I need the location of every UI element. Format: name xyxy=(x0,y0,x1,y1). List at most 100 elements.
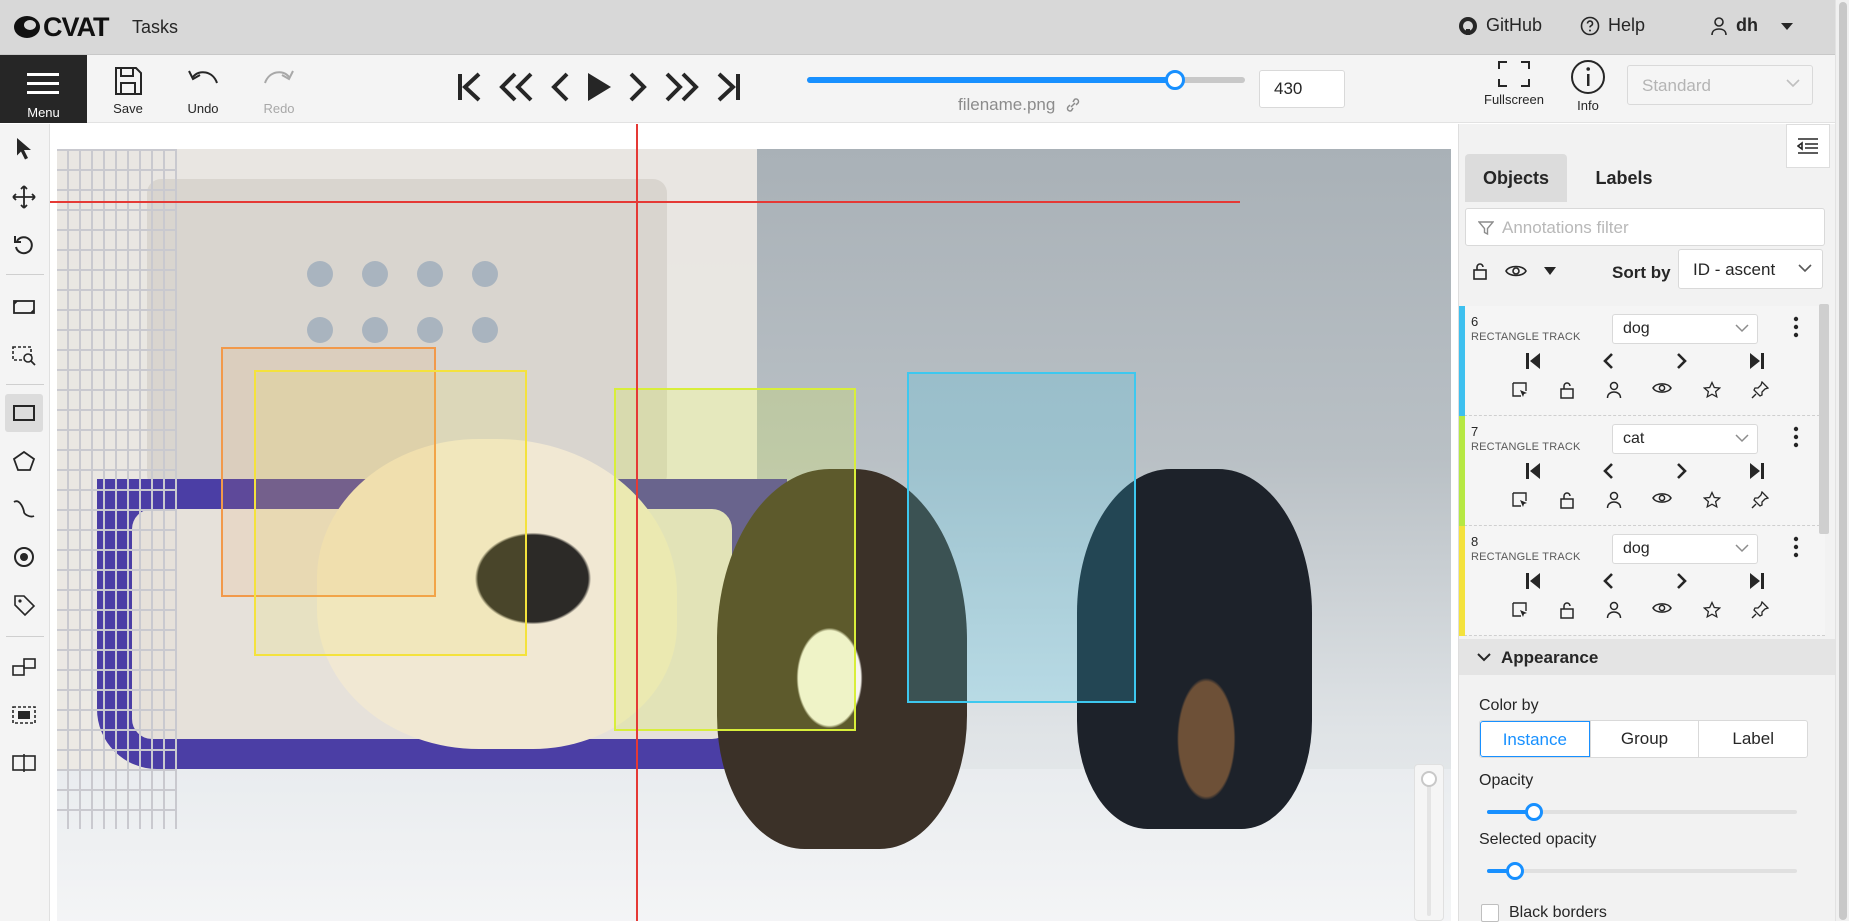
checkbox-box[interactable] xyxy=(1481,904,1499,922)
select-icon[interactable] xyxy=(1511,601,1529,619)
page-scrollbar[interactable] xyxy=(1835,0,1849,921)
bbox-dog-cyan[interactable] xyxy=(907,372,1136,703)
first-icon[interactable] xyxy=(1525,352,1541,370)
zoom-slider-handle[interactable] xyxy=(1421,771,1437,787)
lock-icon[interactable] xyxy=(1559,381,1575,399)
zoom-slider[interactable] xyxy=(1414,764,1444,921)
color-by-group[interactable]: Group xyxy=(1589,721,1699,757)
lock-icon[interactable] xyxy=(1559,601,1575,619)
selected-opacity-slider[interactable] xyxy=(1487,862,1797,880)
link-icon[interactable] xyxy=(1065,97,1081,113)
collapse-sidebar-button[interactable] xyxy=(1786,124,1830,168)
info-button[interactable]: Info xyxy=(1570,59,1606,113)
annotations-filter-input[interactable]: Annotations filter xyxy=(1465,208,1825,246)
select-icon[interactable] xyxy=(1511,381,1529,399)
next-icon[interactable] xyxy=(1675,462,1689,480)
object-label-select[interactable]: dog xyxy=(1612,314,1758,344)
select-icon[interactable] xyxy=(1511,491,1529,509)
lock-icon[interactable] xyxy=(1559,491,1575,509)
first-icon[interactable] xyxy=(1525,462,1541,480)
fit-image-tool[interactable] xyxy=(5,288,43,326)
bbox-cat[interactable] xyxy=(614,388,856,731)
caret-down-icon[interactable] xyxy=(1543,266,1557,276)
merge-shapes-tool[interactable] xyxy=(5,648,43,686)
objects-list-scrollbar[interactable] xyxy=(1819,304,1829,534)
group-shapes-tool[interactable] xyxy=(5,696,43,734)
fullscreen-button[interactable]: Fullscreen xyxy=(1484,59,1544,107)
tab-labels[interactable]: Labels xyxy=(1579,154,1669,202)
more-vertical-icon[interactable] xyxy=(1793,316,1799,338)
annotation-canvas[interactable] xyxy=(50,124,1458,921)
eye-icon[interactable] xyxy=(1652,381,1673,399)
star-icon[interactable] xyxy=(1702,601,1721,619)
pin-icon[interactable] xyxy=(1751,491,1769,509)
next-icon[interactable] xyxy=(1675,352,1689,370)
last-icon[interactable] xyxy=(1749,352,1765,370)
tab-objects[interactable]: Objects xyxy=(1465,154,1567,202)
undo-button[interactable]: Undo xyxy=(173,65,233,116)
draw-points-tool[interactable] xyxy=(5,538,43,576)
first-icon[interactable] xyxy=(1525,572,1541,590)
github-link[interactable]: GitHub xyxy=(1458,15,1542,36)
page-scrollbar-thumb[interactable] xyxy=(1839,2,1847,920)
save-button[interactable]: Save xyxy=(98,65,158,116)
user-menu[interactable]: dh xyxy=(1710,15,1794,36)
previous-icon[interactable] xyxy=(1601,462,1615,480)
person-icon[interactable] xyxy=(1606,381,1622,399)
pin-icon[interactable] xyxy=(1751,601,1769,619)
last-frame-icon[interactable] xyxy=(715,71,743,103)
draw-polyline-tool[interactable] xyxy=(5,490,43,528)
back-step-icon[interactable] xyxy=(497,71,535,103)
first-frame-icon[interactable] xyxy=(455,71,483,103)
pin-icon[interactable] xyxy=(1751,381,1769,399)
opacity-slider-handle[interactable] xyxy=(1524,803,1543,821)
unlock-all-icon[interactable] xyxy=(1471,262,1489,280)
previous-icon[interactable] xyxy=(1601,572,1615,590)
last-icon[interactable] xyxy=(1749,572,1765,590)
forward-step-icon[interactable] xyxy=(663,71,701,103)
object-item[interactable]: 8 RECTANGLE TRACK dog xyxy=(1459,526,1825,636)
opacity-slider[interactable] xyxy=(1487,803,1797,821)
cursor-tool[interactable] xyxy=(5,130,43,168)
object-label-select[interactable]: cat xyxy=(1612,424,1758,454)
black-borders-checkbox[interactable]: Black borders xyxy=(1481,904,1607,922)
star-icon[interactable] xyxy=(1702,491,1721,509)
eye-icon[interactable] xyxy=(1652,601,1673,619)
color-by-label[interactable]: Label xyxy=(1698,721,1807,757)
object-item[interactable]: 6 RECTANGLE TRACK dog xyxy=(1459,306,1825,416)
move-tool[interactable] xyxy=(5,178,43,216)
appearance-header[interactable]: Appearance xyxy=(1459,639,1836,675)
menu-button[interactable]: Menu xyxy=(0,55,87,123)
more-vertical-icon[interactable] xyxy=(1793,426,1799,448)
workspace-select[interactable]: Standard xyxy=(1627,65,1813,105)
eye-icon[interactable] xyxy=(1505,263,1527,279)
draw-polygon-tool[interactable] xyxy=(5,442,43,480)
draw-rectangle-tool[interactable] xyxy=(5,394,43,432)
redo-button[interactable]: Redo xyxy=(249,65,309,116)
frame-slider-handle[interactable] xyxy=(1164,70,1185,90)
frame-number-input[interactable]: 430 xyxy=(1259,70,1345,108)
selected-opacity-slider-handle[interactable] xyxy=(1505,862,1524,880)
previous-icon[interactable] xyxy=(1601,352,1615,370)
eye-icon[interactable] xyxy=(1652,491,1673,509)
rotate-tool[interactable] xyxy=(5,226,43,264)
zoom-region-tool[interactable] xyxy=(5,336,43,374)
frame-slider[interactable] xyxy=(807,70,1245,90)
previous-frame-icon[interactable] xyxy=(549,71,571,103)
more-vertical-icon[interactable] xyxy=(1793,536,1799,558)
next-frame-icon[interactable] xyxy=(627,71,649,103)
sort-select[interactable]: ID - ascent xyxy=(1678,249,1823,289)
bbox-dog-yellow[interactable] xyxy=(254,370,527,656)
object-label-select[interactable]: dog xyxy=(1612,534,1758,564)
play-icon[interactable] xyxy=(585,71,613,103)
object-item[interactable]: 7 RECTANGLE TRACK cat xyxy=(1459,416,1825,526)
last-icon[interactable] xyxy=(1749,462,1765,480)
tasks-link[interactable]: Tasks xyxy=(132,17,178,38)
star-icon[interactable] xyxy=(1702,381,1721,399)
person-icon[interactable] xyxy=(1606,601,1622,619)
color-by-instance[interactable]: Instance xyxy=(1480,721,1590,757)
person-icon[interactable] xyxy=(1606,491,1622,509)
cvat-logo[interactable]: CVAT xyxy=(13,12,109,42)
next-icon[interactable] xyxy=(1675,572,1689,590)
help-link[interactable]: Help xyxy=(1580,15,1645,36)
